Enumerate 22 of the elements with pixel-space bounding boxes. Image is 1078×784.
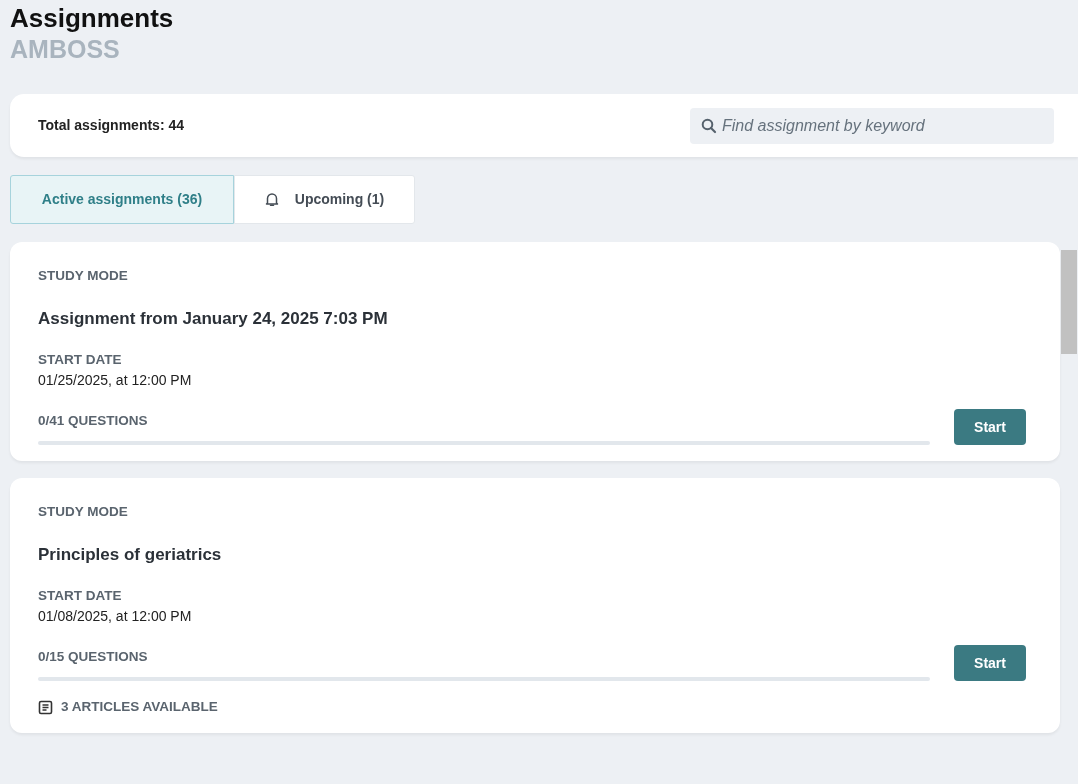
mode-label: STUDY MODE <box>38 267 129 285</box>
question-count: 0/15 QUESTIONS <box>38 647 149 666</box>
total-count: Total assignments: 44 <box>38 116 184 135</box>
mode-label: STUDY MODE <box>38 503 129 521</box>
articles-count: 3 ARTICLES AVAILABLE <box>61 698 218 716</box>
date-label: START DATE <box>38 586 123 605</box>
assignment-title: Principles of geriatrics <box>38 544 223 567</box>
tab[interactable]: Active assignments (36) <box>10 175 234 224</box>
page-title: Assignments <box>10 2 175 34</box>
tab[interactable]: Upcoming (1) <box>234 175 415 224</box>
start-button[interactable]: Start <box>954 409 1026 445</box>
start-button[interactable]: Start <box>954 645 1026 681</box>
start-date: 01/08/2025, at 12:00 PM <box>38 607 193 626</box>
question-count: 0/41 QUESTIONS <box>38 411 149 430</box>
date-label: START DATE <box>38 350 123 369</box>
document-icon <box>38 699 53 715</box>
bell-icon <box>264 192 279 207</box>
brand-subtitle: AMBOSS <box>10 34 121 64</box>
assignment-title: Assignment from January 24, 2025 7:03 PM <box>38 308 389 331</box>
scrollbar-thumb[interactable] <box>1061 250 1077 354</box>
search-field[interactable]: Find assignment by keyword <box>690 107 1054 144</box>
start-date: 01/25/2025, at 12:00 PM <box>38 371 193 390</box>
